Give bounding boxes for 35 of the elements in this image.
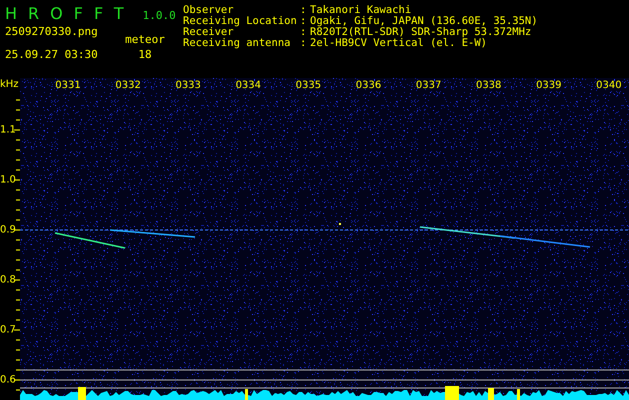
time-label: 0331 xyxy=(55,80,81,91)
file-name: 2509270330.png xyxy=(5,25,99,40)
time-label: 0339 xyxy=(536,80,562,91)
info-label: Receiving Location xyxy=(183,16,298,27)
info-value: Ogaki, Gifu, JAPAN (136.60E, 35.35N) xyxy=(310,16,538,27)
info-label: Observer xyxy=(183,5,235,16)
info-separator: : xyxy=(300,16,308,27)
meteor-label: meteor xyxy=(124,32,166,46)
frequency-label: 0.7 xyxy=(0,324,16,336)
info-label: Receiving antenna xyxy=(183,38,292,49)
info-value: 2el-HB9CV Vertical (el. E-W) xyxy=(310,38,488,49)
time-label: 0334 xyxy=(236,80,262,91)
time-label: 0340 xyxy=(596,80,622,91)
frequency-label: 1.0 xyxy=(0,174,16,186)
file-datetime: 25.09.27 03:30 xyxy=(5,48,99,61)
info-label: Receiver xyxy=(183,27,234,38)
frequency-label: 0.9 xyxy=(0,224,16,236)
time-label: 0338 xyxy=(476,80,502,91)
frequency-label: 1.1 xyxy=(0,124,16,136)
frequency-label: 0.8 xyxy=(0,274,16,286)
time-label: 0335 xyxy=(296,80,322,91)
info-value: Takanori Kawachi xyxy=(310,5,412,16)
time-label: 0333 xyxy=(175,80,201,91)
info-separator: : xyxy=(300,38,308,49)
info-separator: : xyxy=(300,5,308,16)
time-label: 0336 xyxy=(356,80,382,91)
axis-unit: kHz xyxy=(0,79,19,90)
app-version: 1.0.0 xyxy=(142,9,176,22)
time-label: 0337 xyxy=(416,80,442,91)
meteor-count: 18 xyxy=(137,48,153,61)
frequency-label: 0.6 xyxy=(0,374,16,386)
time-label: 0332 xyxy=(115,80,141,91)
info-value: R820T2(RTL-SDR) SDR-Sharp 53.372MHz xyxy=(310,27,532,38)
app-title: HROFFT xyxy=(5,4,135,23)
info-separator: : xyxy=(300,27,308,38)
